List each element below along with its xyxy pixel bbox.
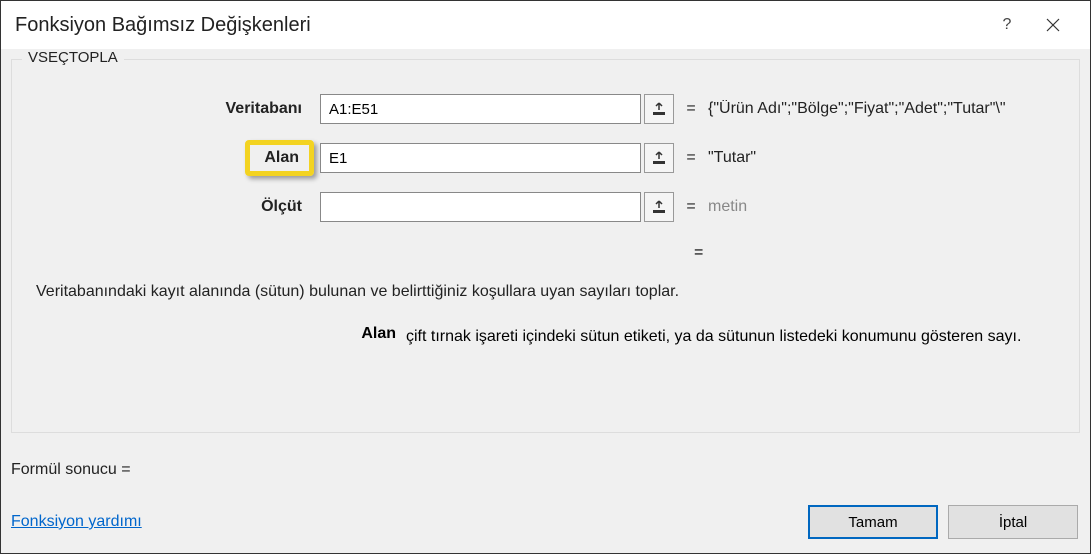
equals-sign: = [674,100,708,118]
field-row-field: Alan = "Tutar" [34,140,1057,176]
field-label-field: Alan [245,140,314,176]
bottom-area: Formül sonucu = Fonksiyon yardımı Tamam … [11,461,1078,539]
window-title: Fonksiyon Bağımsız Değişkenleri [15,14,984,37]
database-input[interactable] [320,94,641,124]
param-desc-text: çift tırnak işareti içindeki sütun etike… [406,325,1055,348]
ok-button[interactable]: Tamam [808,505,938,539]
formula-result: Formül sonucu = [11,461,1078,479]
titlebar: Fonksiyon Bağımsız Değişkenleri ? [1,1,1090,49]
help-icon[interactable]: ? [984,1,1030,49]
equals-sign: = [674,198,708,216]
param-desc-label: Alan [36,325,406,348]
param-description: Alan çift tırnak işareti içindeki sütun … [34,325,1057,348]
result-equals: = [694,244,703,262]
function-description: Veritabanındaki kayıt alanında (sütun) b… [34,280,1057,303]
field-input[interactable] [320,143,641,173]
criteria-result: metin [708,198,1057,216]
content-area: VSEÇTOPLA Veritabanı = {"Ürün Adı";"Bölg… [1,49,1090,553]
field-result: "Tutar" [708,149,1057,167]
range-selector-icon[interactable] [644,94,674,124]
criteria-input[interactable] [320,192,641,222]
function-name: VSEÇTOPLA [22,49,124,66]
equals-sign: = [674,149,708,167]
field-row-criteria: Ölçüt = metin [34,192,1057,222]
close-icon[interactable] [1030,1,1076,49]
database-result: {"Ürün Adı";"Bölge";"Fiyat";"Adet";"Tuta… [708,100,1057,118]
field-label-criteria: Ölçüt [253,194,310,220]
cancel-button[interactable]: İptal [948,505,1078,539]
range-selector-icon[interactable] [644,143,674,173]
function-help-link[interactable]: Fonksiyon yardımı [11,513,142,531]
function-group: VSEÇTOPLA Veritabanı = {"Ürün Adı";"Bölg… [11,59,1080,433]
field-label-database: Veritabanı [218,96,310,122]
result-row: = [34,244,1057,262]
field-row-database: Veritabanı = {"Ürün Adı";"Bölge";"Fiyat"… [34,94,1057,124]
range-selector-icon[interactable] [644,192,674,222]
